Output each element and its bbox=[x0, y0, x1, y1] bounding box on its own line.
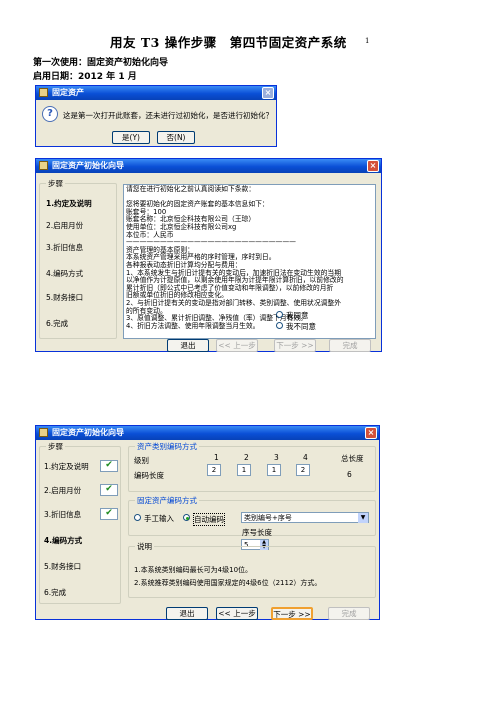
no-button[interactable]: 否(N) bbox=[157, 131, 195, 144]
level-number: 2 bbox=[244, 453, 249, 462]
page-number: 1 bbox=[365, 37, 370, 45]
category-coding-group: 资产类别编码方式 级别 1 2 3 4 总长度 编码长度 2 1 1 2 6 bbox=[128, 441, 376, 492]
note-line: 1.本系统类别编码最长可为4级10位。 bbox=[134, 566, 253, 574]
close-icon[interactable]: × bbox=[365, 427, 377, 439]
prev-button[interactable]: << 上一步 bbox=[216, 607, 258, 620]
step-item: 1.约定及说明 bbox=[46, 199, 92, 208]
dialog-titlebar: 固定资产 × bbox=[36, 86, 276, 100]
note-group: 说明 1.本系统类别编码最长可为4级10位。 2.系统推荐类别编码使用国家规定的… bbox=[128, 541, 376, 598]
wizard-titlebar: 固定资产初始化向导 × bbox=[36, 426, 379, 440]
step-item: 6.完成 bbox=[44, 588, 67, 597]
steps-group: 步骤 1.约定及说明 2.启用月份 3.折旧信息 4.编码方式 5.财务接口 6… bbox=[39, 178, 117, 339]
start-date-heading: 启用日期：2012 年 1 月 bbox=[33, 72, 137, 82]
next-button[interactable]: 下一步 >> bbox=[271, 607, 313, 620]
agree-label: 我同意 bbox=[286, 311, 309, 320]
level-number: 4 bbox=[303, 453, 308, 462]
terms-lines: 请您在进行初始化之前认真阅读如下条款： 您将要初始化的固定资产账套的基本信息如下：… bbox=[126, 185, 373, 330]
auto-coding-label: 自动编码 bbox=[193, 513, 225, 526]
disagree-radio[interactable] bbox=[276, 322, 283, 329]
code-length-label: 编码长度 bbox=[134, 471, 164, 480]
init-wizard-coding: 固定资产初始化向导 × 步骤 1.约定及说明 ✔ 2.启用月份 ✔ 3.折旧信息… bbox=[35, 425, 380, 620]
step-item: 5.财务接口 bbox=[46, 293, 84, 302]
code-length-input[interactable]: 1 bbox=[237, 464, 251, 476]
app-icon bbox=[39, 428, 48, 437]
level-number: 1 bbox=[214, 453, 219, 462]
auto-coding-radio[interactable] bbox=[183, 514, 190, 521]
terms-line: 请您在进行初始化之前认真阅读如下条款： bbox=[126, 185, 256, 193]
step-item: 5.财务接口 bbox=[44, 562, 82, 571]
manual-input-radio[interactable] bbox=[134, 514, 141, 521]
level-label: 级别 bbox=[134, 456, 149, 465]
wizard-titlebar: 固定资产初始化向导 × bbox=[36, 159, 381, 173]
wizard-title: 固定资产初始化向导 bbox=[52, 161, 124, 170]
wizard-title: 固定资产初始化向导 bbox=[52, 428, 124, 437]
check-icon: ✔ bbox=[100, 484, 118, 496]
total-length-value: 6 bbox=[347, 470, 352, 479]
note-group-title: 说明 bbox=[135, 541, 154, 552]
step-item: 2.启用月份 bbox=[44, 486, 82, 495]
steps-group: 步骤 1.约定及说明 ✔ 2.启用月份 ✔ 3.折旧信息 ✔ 4.编码方式 5.… bbox=[39, 441, 121, 604]
asset-coding-group: 固定资产编码方式 手工输入 自动编码 类别编号+序号 ▼ 序号长度 bbox=[128, 495, 376, 537]
terms-line: 4、折旧方法调整、使用年限调整当月生效。 bbox=[126, 321, 260, 330]
yes-button[interactable]: 是(Y) bbox=[112, 131, 150, 144]
steps-group-title: 步骤 bbox=[46, 441, 65, 452]
prev-button[interactable]: << 上一步 bbox=[216, 339, 258, 352]
agree-radio[interactable] bbox=[276, 311, 283, 318]
app-icon bbox=[39, 88, 48, 97]
check-icon: ✔ bbox=[100, 460, 118, 472]
auto-coding-select[interactable]: 类别编号+序号 ▼ bbox=[241, 512, 369, 523]
dialog-message: 这是第一次打开此账套，还未进行过初始化，是否进行初始化？ bbox=[63, 111, 273, 120]
init-confirm-dialog: 固定资产 × ? 这是第一次打开此账套，还未进行过初始化，是否进行初始化？ 是(… bbox=[35, 85, 277, 147]
app-icon bbox=[39, 161, 48, 170]
first-use-heading: 第一次使用：固定资产初始化向导 bbox=[33, 58, 169, 68]
seq-length-label: 序号长度 bbox=[242, 528, 272, 537]
disagree-label: 我不同意 bbox=[286, 322, 316, 331]
step-item: 6.完成 bbox=[46, 319, 69, 328]
code-length-input[interactable]: 2 bbox=[296, 464, 310, 476]
chevron-down-icon[interactable]: ▼ bbox=[358, 513, 368, 523]
question-icon: ? bbox=[42, 106, 58, 122]
close-icon[interactable]: × bbox=[262, 87, 274, 99]
auto-coding-select-value: 类别编号+序号 bbox=[244, 514, 292, 522]
step-item: 1.约定及说明 bbox=[44, 462, 89, 471]
level-number: 3 bbox=[274, 453, 279, 462]
code-length-input[interactable]: 2 bbox=[207, 464, 221, 476]
exit-button[interactable]: 退出 bbox=[167, 339, 209, 352]
step-item: 2.启用月份 bbox=[46, 221, 84, 230]
finish-button[interactable]: 完成 bbox=[329, 339, 371, 352]
exit-button[interactable]: 退出 bbox=[166, 607, 208, 620]
init-wizard-agreement: 固定资产初始化向导 × 步骤 1.约定及说明 2.启用月份 3.折旧信息 4.编… bbox=[35, 158, 382, 352]
step-item: 4.编码方式 bbox=[46, 269, 84, 278]
dialog-title: 固定资产 bbox=[52, 88, 84, 97]
steps-group-title: 步骤 bbox=[46, 178, 65, 189]
close-icon[interactable]: × bbox=[367, 160, 379, 172]
total-length-label: 总长度 bbox=[341, 454, 364, 463]
step-item: 4.编码方式 bbox=[44, 536, 83, 545]
document-title: 用友 T3 操作步骤 第四节固定资产系统 bbox=[110, 35, 347, 50]
finish-button[interactable]: 完成 bbox=[328, 607, 370, 620]
manual-input-label: 手工输入 bbox=[144, 514, 174, 523]
note-line: 2.系统推荐类别编码使用国家规定的4级6位（2112）方式。 bbox=[134, 579, 322, 587]
step-item: 3.折旧信息 bbox=[44, 510, 82, 519]
check-icon: ✔ bbox=[100, 508, 118, 520]
step-item: 3.折旧信息 bbox=[46, 243, 84, 252]
category-coding-title: 资产类别编码方式 bbox=[135, 441, 199, 452]
asset-coding-title: 固定资产编码方式 bbox=[135, 495, 199, 506]
next-button[interactable]: 下一步 >> bbox=[274, 339, 316, 352]
terms-textbox[interactable]: 请您在进行初始化之前认真阅读如下条款： 您将要初始化的固定资产账套的基本信息如下：… bbox=[123, 184, 376, 339]
code-length-input[interactable]: 1 bbox=[267, 464, 281, 476]
